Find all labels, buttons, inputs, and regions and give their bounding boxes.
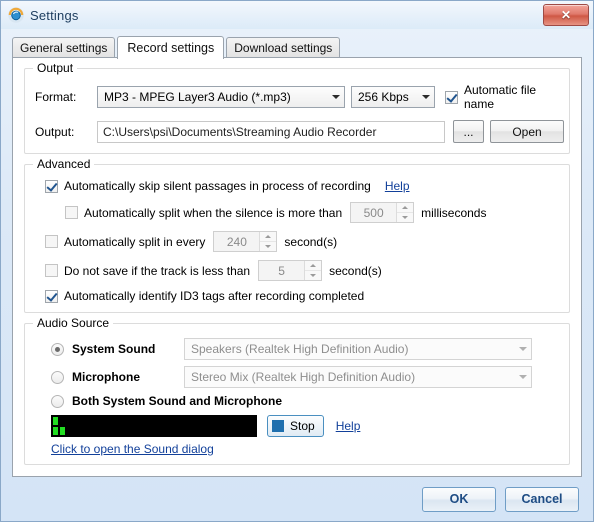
tab-general-settings-label: General settings xyxy=(20,40,108,55)
audio-source-group-title: Audio Source xyxy=(33,316,114,330)
skip-silent-label: Automatically skip silent passages in pr… xyxy=(64,179,371,193)
advanced-group-title: Advanced xyxy=(33,157,95,171)
split-silence-label: Automatically split when the silence is … xyxy=(84,205,343,220)
record-settings-panel: Output Format: MP3 - MPEG Layer3 Audio (… xyxy=(12,57,582,477)
audio-level-meter-row-bottom xyxy=(53,427,255,435)
split-every-stepper-buttons[interactable] xyxy=(259,232,277,251)
output-path-label: Output: xyxy=(35,124,75,139)
split-silence-unit: milliseconds xyxy=(421,205,487,220)
audio-level-meter-row-top xyxy=(53,417,255,425)
split-silence-stepper[interactable]: 500 xyxy=(350,202,415,223)
min-track-stepper[interactable]: 5 xyxy=(258,260,323,281)
chevron-down-icon xyxy=(514,339,531,359)
microphone-device-select[interactable]: Stereo Mix (Realtek High Definition Audi… xyxy=(184,366,532,388)
stepper-up-icon[interactable] xyxy=(305,261,321,270)
format-select-value: MP3 - MPEG Layer3 Audio (*.mp3) xyxy=(104,90,291,104)
stop-square-icon xyxy=(272,420,284,432)
system-sound-radio[interactable] xyxy=(51,342,64,356)
stop-button[interactable]: Stop xyxy=(267,415,324,437)
microphone-label: Microphone xyxy=(72,370,140,384)
microphone-radio[interactable] xyxy=(51,370,64,384)
split-every-checkbox[interactable] xyxy=(45,235,58,248)
chevron-down-icon xyxy=(417,87,434,107)
output-group: Output Format: MP3 - MPEG Layer3 Audio (… xyxy=(24,61,570,154)
chevron-down-icon xyxy=(514,367,531,387)
tab-record-settings-label: Record settings xyxy=(127,40,215,55)
cancel-button-label: Cancel xyxy=(521,492,563,506)
tab-download-settings-label: Download settings xyxy=(234,40,333,55)
audio-level-segment xyxy=(53,427,58,435)
tab-general-settings[interactable]: General settings xyxy=(12,37,116,57)
ok-button[interactable]: OK xyxy=(422,486,496,512)
min-track-label: Do not save if the track is less than xyxy=(64,263,251,278)
open-folder-button[interactable]: Open xyxy=(490,120,564,143)
audio-source-help-link[interactable]: Help xyxy=(336,419,361,433)
recorder-lens-icon xyxy=(8,7,24,23)
system-sound-device-value: Speakers (Realtek High Definition Audio) xyxy=(191,342,409,356)
close-icon: ✕ xyxy=(560,8,572,22)
close-button[interactable]: ✕ xyxy=(543,4,589,26)
output-path-input[interactable]: C:\Users\psi\Documents\Streaming Audio R… xyxy=(97,120,445,143)
stop-button-label: Stop xyxy=(290,419,315,433)
dialog-footer: OK Cancel xyxy=(1,477,593,521)
auto-file-name-label: Automatic file name xyxy=(464,83,537,111)
id3-tags-label: Automatically identify ID3 tags after re… xyxy=(64,289,365,303)
system-sound-device-select[interactable]: Speakers (Realtek High Definition Audio) xyxy=(184,338,532,360)
chevron-down-icon xyxy=(327,87,344,107)
format-label: Format: xyxy=(35,90,77,104)
skip-silent-checkbox[interactable] xyxy=(45,179,58,193)
system-sound-label: System Sound xyxy=(72,342,156,356)
audio-level-segment xyxy=(60,427,65,435)
tab-download-settings[interactable]: Download settings xyxy=(226,37,341,57)
sound-dialog-link[interactable]: Click to open the Sound dialog xyxy=(51,442,214,456)
split-every-value: 240 xyxy=(226,234,247,249)
min-track-unit: second(s) xyxy=(329,263,382,278)
tab-strip: General settings Record settings Downloa… xyxy=(12,35,593,59)
auto-file-name-checkbox-box xyxy=(445,90,458,104)
stepper-down-icon[interactable] xyxy=(260,241,277,251)
split-silence-stepper-buttons[interactable] xyxy=(396,203,414,222)
advanced-group: Advanced Automatically skip silent passa… xyxy=(24,157,570,313)
tab-record-settings[interactable]: Record settings xyxy=(117,36,225,59)
bitrate-select[interactable]: 256 Kbps xyxy=(351,86,435,108)
format-select[interactable]: MP3 - MPEG Layer3 Audio (*.mp3) xyxy=(97,86,345,108)
split-every-stepper[interactable]: 240 xyxy=(213,231,278,252)
skip-silent-help-link[interactable]: Help xyxy=(385,179,410,193)
audio-level-meter xyxy=(51,415,257,437)
both-sources-label: Both System Sound and Microphone xyxy=(72,394,283,408)
both-sources-radio[interactable] xyxy=(51,394,64,408)
split-silence-checkbox[interactable] xyxy=(65,206,78,219)
cancel-button[interactable]: Cancel xyxy=(505,486,579,512)
window-title: Settings xyxy=(30,7,79,23)
stepper-up-icon[interactable] xyxy=(397,203,413,212)
min-track-value: 5 xyxy=(278,263,285,278)
title-bar: Settings ✕ xyxy=(1,1,593,29)
browse-button-label: ... xyxy=(463,124,474,139)
output-path-value: C:\Users\psi\Documents\Streaming Audio R… xyxy=(103,124,377,139)
audio-source-group: Audio Source System Sound Speakers (Real… xyxy=(24,316,570,465)
auto-file-name-checkbox[interactable]: Automatic file name xyxy=(445,83,559,111)
min-track-stepper-buttons[interactable] xyxy=(304,261,322,280)
ok-button-label: OK xyxy=(449,492,469,506)
id3-tags-checkbox[interactable] xyxy=(45,289,58,303)
split-every-label: Automatically split in every xyxy=(64,234,206,249)
split-every-unit: second(s) xyxy=(284,234,338,249)
open-folder-button-label: Open xyxy=(512,124,542,139)
browse-button[interactable]: ... xyxy=(453,120,484,143)
settings-window: Settings ✕ General settings Record setti… xyxy=(0,0,594,522)
stepper-down-icon[interactable] xyxy=(397,212,414,222)
stepper-down-icon[interactable] xyxy=(305,270,322,280)
bitrate-select-value: 256 Kbps xyxy=(358,90,409,104)
output-group-title: Output xyxy=(33,61,78,75)
split-silence-value: 500 xyxy=(363,205,384,220)
min-track-checkbox[interactable] xyxy=(45,264,58,277)
stepper-up-icon[interactable] xyxy=(260,232,276,241)
audio-level-segment xyxy=(53,417,58,425)
microphone-device-value: Stereo Mix (Realtek High Definition Audi… xyxy=(191,370,416,384)
